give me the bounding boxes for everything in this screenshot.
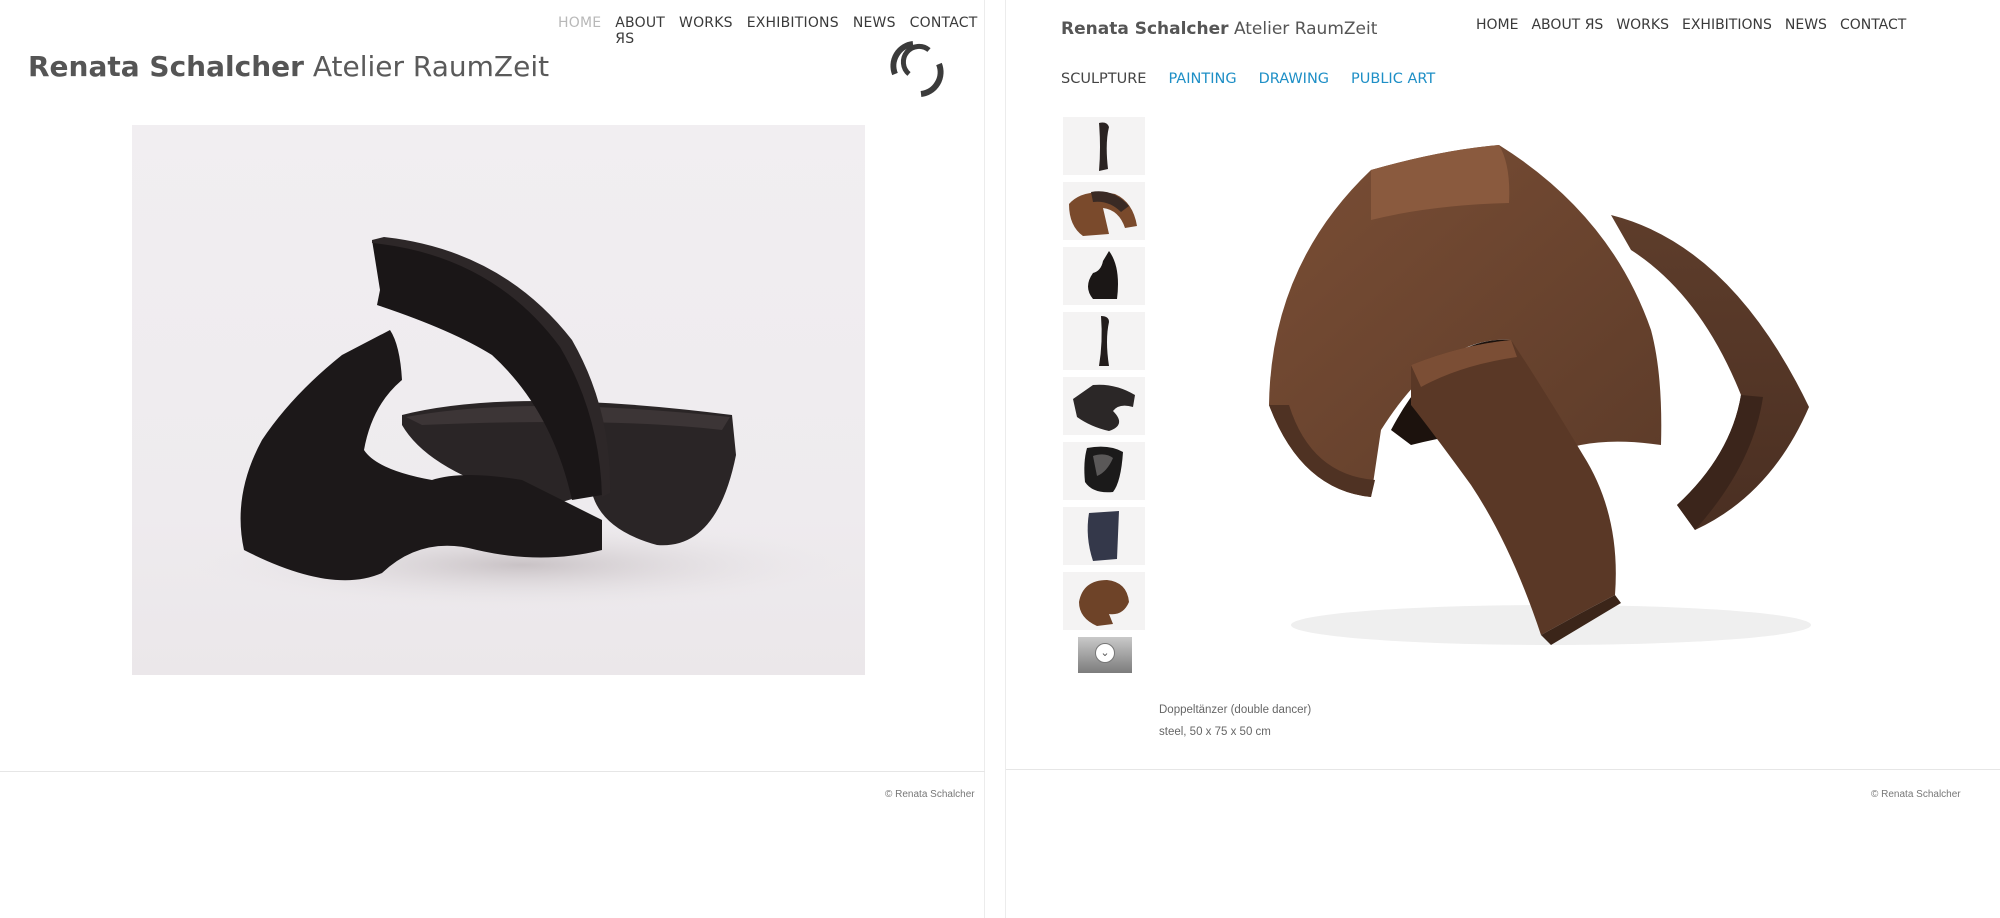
footer-divider <box>0 771 985 772</box>
thumbnail-5[interactable] <box>1063 377 1145 435</box>
selected-work-image <box>1211 125 1841 670</box>
work-caption: Doppeltänzer (double dancer) steel, 50 x… <box>1159 699 1311 743</box>
home-page-view: HOME ABOUT ЯS WORKS EXHIBITIONS NEWS CON… <box>0 0 985 918</box>
copyright: © Renata Schalcher <box>885 789 975 800</box>
subnav-public-art[interactable]: PUBLIC ART <box>1351 71 1435 87</box>
thumbnail-6[interactable] <box>1063 442 1145 500</box>
works-category-nav: SCULPTURE PAINTING DRAWING PUBLIC ART <box>1061 71 1457 87</box>
subnav-painting[interactable]: PAINTING <box>1168 71 1236 87</box>
nav-home[interactable]: HOME <box>1476 17 1518 33</box>
nav-about[interactable]: ABOUT ЯS <box>615 15 665 47</box>
more-thumbnails-button[interactable]: ⌄ <box>1078 637 1132 673</box>
footer-divider <box>1006 769 2000 770</box>
logo-icon[interactable] <box>885 38 949 100</box>
thumbnail-8[interactable] <box>1063 572 1145 630</box>
nav-home[interactable]: HOME <box>558 15 601 47</box>
nav-about[interactable]: ABOUT ЯS <box>1531 17 1603 33</box>
site-title[interactable]: Renata Schalcher Atelier RaumZeit <box>28 50 549 83</box>
hero-sculpture-image <box>132 125 865 675</box>
thumbnail-1[interactable] <box>1063 117 1145 175</box>
site-title[interactable]: Renata Schalcher Atelier RaumZeit <box>1061 19 1377 39</box>
brand-name: Renata Schalcher <box>1061 19 1229 39</box>
works-page-view: Renata Schalcher Atelier RaumZeit HOME A… <box>1005 0 2000 918</box>
nav-exhibitions[interactable]: EXHIBITIONS <box>1682 17 1772 33</box>
nav-works[interactable]: WORKS <box>1616 17 1669 33</box>
copyright: © Renata Schalcher <box>1871 789 1961 800</box>
thumbnail-2[interactable] <box>1063 182 1145 240</box>
thumbnail-7[interactable] <box>1063 507 1145 565</box>
nav-contact[interactable]: CONTACT <box>1840 17 1906 33</box>
brand-name: Renata Schalcher <box>28 50 304 83</box>
thumbnail-3[interactable] <box>1063 247 1145 305</box>
subnav-sculpture[interactable]: SCULPTURE <box>1061 71 1146 87</box>
nav-exhibitions[interactable]: EXHIBITIONS <box>747 15 839 47</box>
nav-works[interactable]: WORKS <box>679 15 733 47</box>
subnav-drawing[interactable]: DRAWING <box>1259 71 1329 87</box>
chevron-down-icon: ⌄ <box>1095 643 1115 663</box>
nav-news[interactable]: NEWS <box>1785 17 1827 33</box>
main-nav: HOME ABOUT ЯS WORKS EXHIBITIONS NEWS CON… <box>1476 17 1919 33</box>
thumbnail-4[interactable] <box>1063 312 1145 370</box>
brand-subtitle: Atelier RaumZeit <box>312 50 550 83</box>
work-title: Doppeltänzer (double dancer) <box>1159 704 1312 716</box>
brand-subtitle: Atelier RaumZeit <box>1233 19 1378 39</box>
work-details: steel, 50 x 75 x 50 cm <box>1159 726 1271 738</box>
thumbnail-strip: ⌄ <box>1063 117 1145 673</box>
